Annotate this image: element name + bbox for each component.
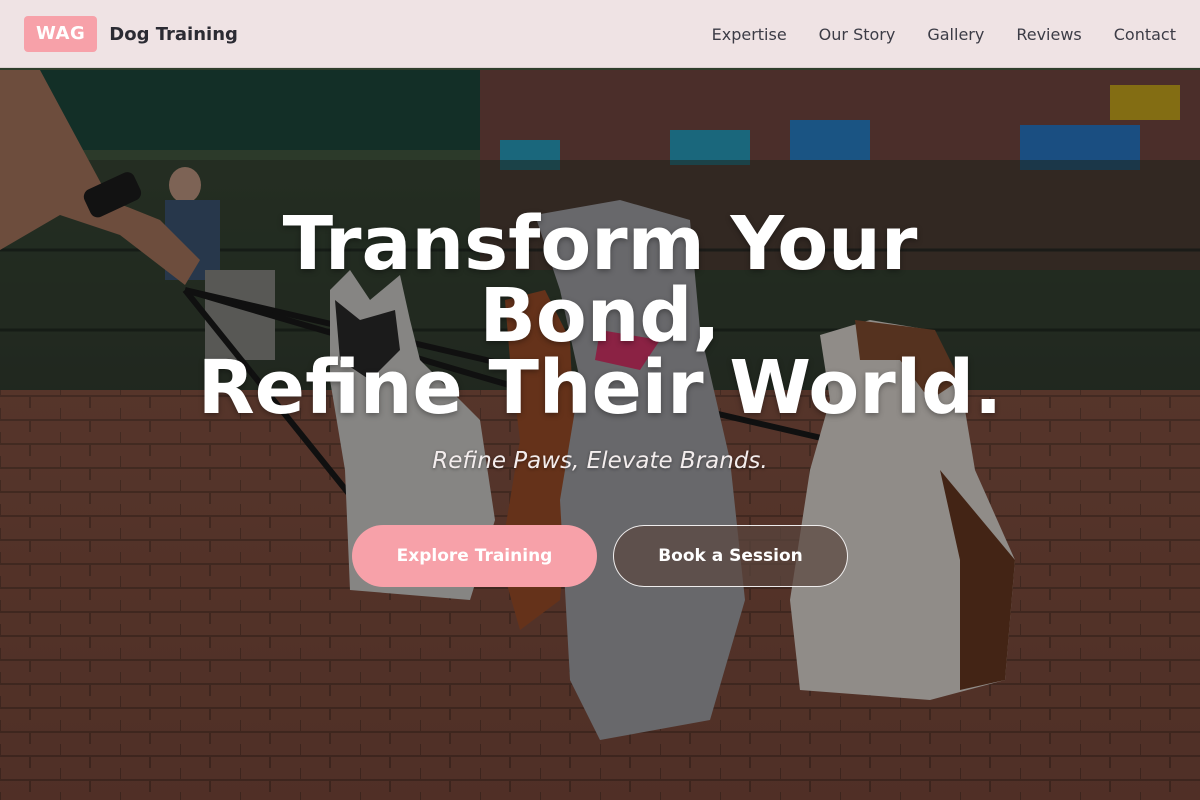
explore-training-button[interactable]: Explore Training (352, 525, 597, 587)
hero-content: Transform Your Bond, Refine Their World.… (0, 201, 1200, 474)
book-session-button[interactable]: Book a Session (613, 525, 848, 587)
brand-name: Dog Training (109, 23, 238, 45)
site-header: WAG Dog Training Expertise Our Story Gal… (0, 0, 1200, 68)
headline-line-2: Bond, (479, 273, 721, 359)
hero-cta-group: Explore Training Book a Session (0, 525, 1200, 587)
nav-link-gallery[interactable]: Gallery (927, 25, 984, 44)
hero-headline: Transform Your Bond, Refine Their World. (180, 201, 1020, 431)
hero-section: WAG Dog Training Expertise Our Story Gal… (0, 0, 1200, 800)
nav-link-contact[interactable]: Contact (1114, 25, 1176, 44)
nav-link-reviews[interactable]: Reviews (1016, 25, 1081, 44)
main-nav: Expertise Our Story Gallery Reviews Cont… (680, 0, 1176, 68)
logo-badge: WAG (24, 16, 98, 52)
headline-line-1: Transform Your (282, 201, 918, 287)
brand-logo[interactable]: WAG Dog Training (24, 16, 238, 52)
headline-line-3: Refine Their World. (197, 345, 1003, 431)
nav-link-expertise[interactable]: Expertise (712, 25, 787, 44)
hero-subheadline: Refine Paws, Elevate Brands. (432, 448, 768, 474)
nav-link-our-story[interactable]: Our Story (819, 25, 896, 44)
